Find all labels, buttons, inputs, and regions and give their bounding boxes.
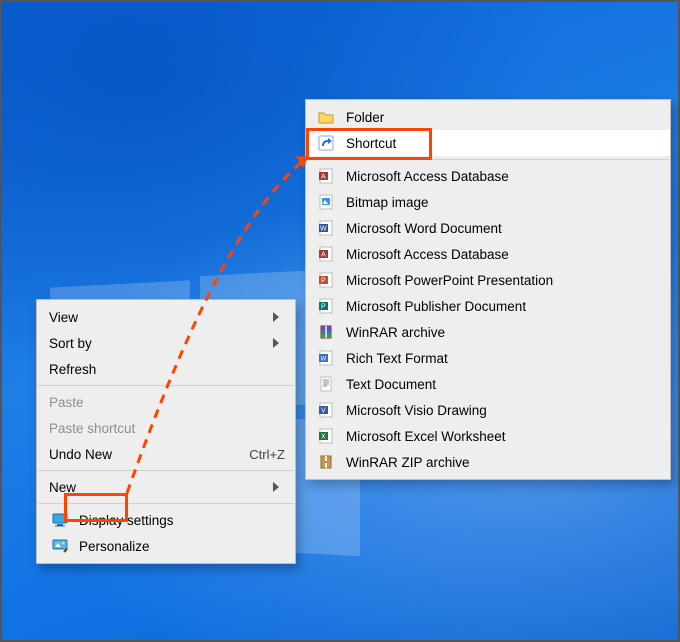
visio-icon: V xyxy=(316,402,336,418)
svg-text:X: X xyxy=(321,434,326,441)
folder-icon xyxy=(316,109,336,125)
menu-item-personalize[interactable]: Personalize xyxy=(37,533,295,559)
access-icon: A xyxy=(316,168,336,184)
menu-item-label: Folder xyxy=(346,110,660,125)
svg-text:W: W xyxy=(320,357,326,363)
svg-text:W: W xyxy=(320,226,327,233)
menu-item-label: Sort by xyxy=(49,336,273,351)
svg-text:A: A xyxy=(321,252,326,259)
new-submenu: Folder Shortcut A Microsoft Access Datab… xyxy=(305,99,671,480)
menu-item-paste-shortcut: Paste shortcut xyxy=(37,415,295,441)
menu-item-label: Microsoft Access Database xyxy=(346,247,660,262)
desktop-context-menu: View Sort by Refresh Paste Paste shortcu… xyxy=(36,299,296,564)
bitmap-icon xyxy=(316,194,336,210)
menu-item-label: Microsoft Visio Drawing xyxy=(346,403,660,418)
menu-separator xyxy=(307,159,669,160)
submenu-item-visio[interactable]: V Microsoft Visio Drawing xyxy=(306,397,670,423)
menu-item-label: Microsoft Access Database xyxy=(346,169,660,184)
menu-item-view[interactable]: View xyxy=(37,304,295,330)
chevron-right-icon xyxy=(273,338,285,348)
menu-item-label: Undo New xyxy=(49,447,249,462)
publisher-icon: P xyxy=(316,298,336,314)
zip-icon xyxy=(316,454,336,470)
desktop[interactable]: View Sort by Refresh Paste Paste shortcu… xyxy=(0,0,680,642)
menu-item-label: Personalize xyxy=(79,539,285,554)
submenu-item-folder[interactable]: Folder xyxy=(306,104,670,130)
submenu-item-zip[interactable]: WinRAR ZIP archive xyxy=(306,449,670,475)
submenu-item-rtf[interactable]: W Rich Text Format xyxy=(306,345,670,371)
menu-separator xyxy=(38,470,294,471)
submenu-item-winrar[interactable]: WinRAR archive xyxy=(306,319,670,345)
svg-text:P: P xyxy=(321,278,326,285)
submenu-item-publisher[interactable]: P Microsoft Publisher Document xyxy=(306,293,670,319)
menu-item-label: Microsoft Excel Worksheet xyxy=(346,429,660,444)
submenu-item-access-db-2[interactable]: A Microsoft Access Database xyxy=(306,241,670,267)
menu-item-label: Display settings xyxy=(79,513,285,528)
menu-item-label: Rich Text Format xyxy=(346,351,660,366)
submenu-item-powerpoint[interactable]: P Microsoft PowerPoint Presentation xyxy=(306,267,670,293)
submenu-item-txt[interactable]: Text Document xyxy=(306,371,670,397)
excel-icon: X xyxy=(316,428,336,444)
menu-item-accelerator: Ctrl+Z xyxy=(249,447,285,462)
chevron-right-icon xyxy=(273,312,285,322)
chevron-right-icon xyxy=(273,482,285,492)
menu-item-label: Shortcut xyxy=(346,136,660,151)
svg-text:V: V xyxy=(321,408,326,415)
svg-text:P: P xyxy=(321,304,326,311)
menu-item-undo-new[interactable]: Undo New Ctrl+Z xyxy=(37,441,295,467)
submenu-item-bitmap[interactable]: Bitmap image xyxy=(306,189,670,215)
menu-separator xyxy=(38,385,294,386)
menu-item-label: New xyxy=(49,480,273,495)
menu-item-label: WinRAR archive xyxy=(346,325,660,340)
menu-item-label: Microsoft PowerPoint Presentation xyxy=(346,273,660,288)
menu-item-new[interactable]: New xyxy=(37,474,295,500)
shortcut-icon xyxy=(316,135,336,151)
txt-icon xyxy=(316,376,336,392)
menu-item-label: Microsoft Publisher Document xyxy=(346,299,660,314)
rtf-icon: W xyxy=(316,350,336,366)
powerpoint-icon: P xyxy=(316,272,336,288)
submenu-item-word[interactable]: W Microsoft Word Document xyxy=(306,215,670,241)
menu-item-label: Refresh xyxy=(49,362,285,377)
menu-item-sort-by[interactable]: Sort by xyxy=(37,330,295,356)
word-icon: W xyxy=(316,220,336,236)
menu-item-display-settings[interactable]: Display settings xyxy=(37,507,295,533)
submenu-item-excel[interactable]: X Microsoft Excel Worksheet xyxy=(306,423,670,449)
menu-item-label: Bitmap image xyxy=(346,195,660,210)
menu-separator xyxy=(38,503,294,504)
svg-text:A: A xyxy=(321,174,326,181)
access-icon: A xyxy=(316,246,336,262)
submenu-item-shortcut[interactable]: Shortcut xyxy=(306,130,670,156)
menu-item-label: WinRAR ZIP archive xyxy=(346,455,660,470)
menu-item-label: Text Document xyxy=(346,377,660,392)
menu-item-label: View xyxy=(49,310,273,325)
personalize-icon xyxy=(49,538,71,554)
menu-item-paste: Paste xyxy=(37,389,295,415)
rar-icon xyxy=(316,324,336,340)
menu-item-refresh[interactable]: Refresh xyxy=(37,356,295,382)
menu-item-label: Microsoft Word Document xyxy=(346,221,660,236)
display-icon xyxy=(49,512,71,528)
menu-item-label: Paste shortcut xyxy=(49,421,285,436)
submenu-item-access-db[interactable]: A Microsoft Access Database xyxy=(306,163,670,189)
menu-item-label: Paste xyxy=(49,395,285,410)
